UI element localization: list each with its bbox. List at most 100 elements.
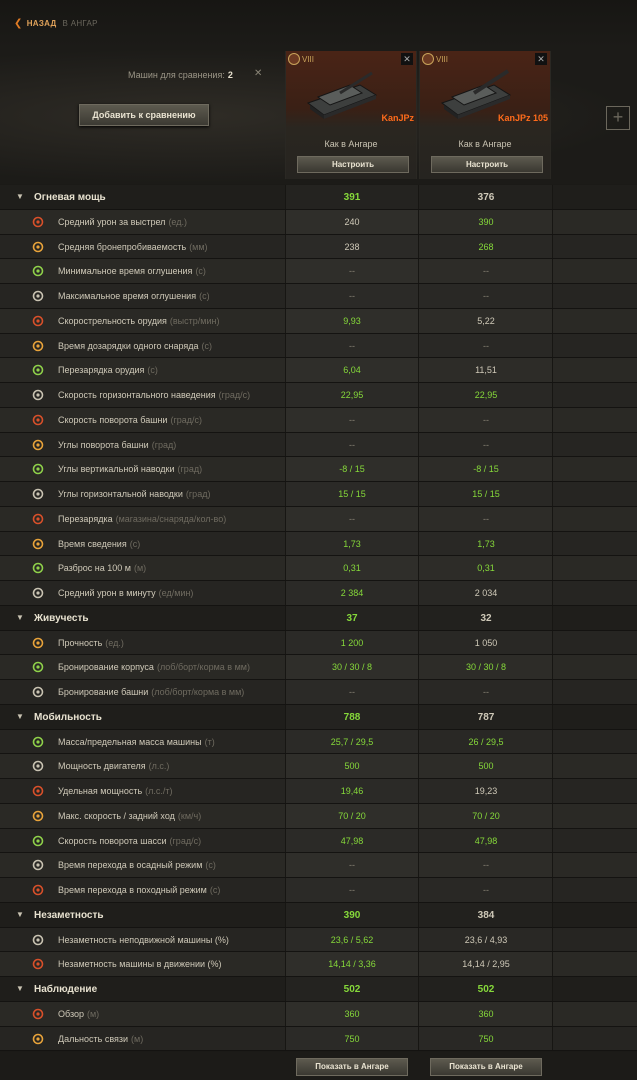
stat-value-vehicle-1: 1,73 xyxy=(343,538,361,549)
section-title: Огневая мощь xyxy=(34,192,106,203)
show-in-hangar-button-1[interactable]: Показать в Ангаре xyxy=(296,1058,408,1076)
stat-unit: (с) xyxy=(205,860,216,871)
stat-name: Время перехода в походный режим xyxy=(58,885,207,895)
section-row[interactable]: ▼ Огневая мощь 391 376 xyxy=(0,185,637,210)
stat-row: Скорость поворота шасси (град/с) 47,98 47,9… xyxy=(0,828,637,854)
stat-row: Время перехода в походный режим (с) -- -- xyxy=(0,878,637,903)
stat-row: Бронирование башни (лоб/борт/корма в мм) -… xyxy=(0,680,637,705)
show-in-hangar-button-2[interactable]: Показать в Ангаре xyxy=(430,1058,542,1076)
stat-unit: (град/с) xyxy=(169,835,202,846)
section-value-vehicle-2: 502 xyxy=(477,984,495,995)
stat-name: Углы горизонтальной наводки xyxy=(58,489,183,499)
dpm-icon xyxy=(31,587,45,599)
stat-value-vehicle-1: 1 200 xyxy=(340,637,364,648)
configure-button[interactable]: Настроить xyxy=(297,156,409,173)
stat-value-vehicle-1: -- xyxy=(349,860,355,871)
stat-value-vehicle-2: -- xyxy=(483,266,489,277)
stat-value-vehicle-2: -- xyxy=(483,439,489,450)
section-value-vehicle-2: 787 xyxy=(477,711,495,723)
stat-row: Время сведения (с) 1,73 1,73 xyxy=(0,531,637,557)
stat-value-vehicle-2: -- xyxy=(483,860,489,871)
section-title: Незаметность xyxy=(34,909,104,921)
stat-label: Масса/предельная масса машины (т) xyxy=(58,737,215,747)
clear-all-icon[interactable]: ✕ xyxy=(254,68,262,79)
stat-name: Скорость поворота шасси xyxy=(58,835,167,846)
stat-name: Время дозарядки одного снаряда xyxy=(58,340,199,351)
stat-label: Углы поворота башни (град) xyxy=(58,440,176,450)
stat-value-vehicle-1: -- xyxy=(349,266,355,277)
stat-value-vehicle-2: 14,14 / 2,95 xyxy=(462,959,510,970)
stat-label: Бронирование башни (лоб/борт/корма в мм) xyxy=(58,687,244,697)
stat-name: Разброс на 100 м xyxy=(58,563,131,574)
stat-value-vehicle-2: -- xyxy=(483,687,489,697)
chevron-down-icon: ▼ xyxy=(16,984,24,993)
stat-name: Средний урон за выстрел xyxy=(58,216,166,227)
add-vehicle-slot-icon[interactable]: + xyxy=(606,106,630,130)
stat-label: Обзор (м) xyxy=(58,1009,99,1019)
stat-row: Прочность (ед.) 1 200 1 050 xyxy=(0,630,637,656)
stat-name: Дальность связи xyxy=(58,1033,129,1044)
stat-row: Разброс на 100 м (м) 0,31 0,31 xyxy=(0,556,637,581)
section-row[interactable]: ▼ Наблюдение 502 502 xyxy=(0,977,637,1002)
stat-unit: (м) xyxy=(87,1008,100,1019)
footer: Показать в Ангаре Показать в Ангаре xyxy=(0,1052,637,1080)
stat-value-vehicle-2: 70 / 20 xyxy=(472,810,500,821)
stat-value-vehicle-1: 14,14 / 3,36 xyxy=(328,959,376,970)
add-to-compare-button[interactable]: Добавить к сравнению xyxy=(79,104,209,126)
stun-max-icon xyxy=(31,290,45,302)
stat-label: Углы горизонтальной наводки (град) xyxy=(58,489,210,499)
stat-row: Незаметность неподвижной машины (%) 23,6 … xyxy=(0,927,637,953)
stat-unit: (с) xyxy=(147,365,158,376)
stat-value-vehicle-1: 500 xyxy=(344,761,360,772)
stat-value-vehicle-2: 1,73 xyxy=(477,538,495,549)
vehicle-card-2: VIII ✕ KanJPz 105 Как в Ангаре Настроить xyxy=(419,51,551,179)
remove-vehicle-icon[interactable]: ✕ xyxy=(401,53,413,65)
stat-name: Макс. скорость / задний ход xyxy=(58,810,175,821)
section-row[interactable]: ▼ Мобильность 788 787 xyxy=(0,704,637,730)
stat-name: Незаметность машины в движении (%) xyxy=(58,959,222,970)
stat-label: Скорострельность орудия (выстр/мин) xyxy=(58,316,219,326)
stat-label: Скорость поворота шасси (град/с) xyxy=(58,836,201,846)
back-label: НАЗАД xyxy=(26,18,57,28)
stat-row: Макс. скорость / задний ход (км/ч) 70 / 20… xyxy=(0,803,637,829)
shell-icon xyxy=(31,216,45,228)
section-row[interactable]: ▼ Живучесть 37 32 xyxy=(0,605,637,631)
tier-label: VIII xyxy=(436,54,449,64)
stat-value-vehicle-1: -- xyxy=(349,687,355,697)
stat-value-vehicle-2: -- xyxy=(483,885,489,895)
stat-label: Время перехода в походный режим (с) xyxy=(58,885,220,895)
remove-vehicle-icon[interactable]: ✕ xyxy=(535,53,547,65)
stat-value-vehicle-1: 0,31 xyxy=(343,563,361,574)
stat-name: Скорострельность орудия xyxy=(58,315,167,326)
configure-button[interactable]: Настроить xyxy=(431,156,543,173)
stat-value-vehicle-1: -- xyxy=(349,340,355,351)
speed-icon xyxy=(31,810,45,822)
stat-label: Перезарядка орудия (с) xyxy=(58,365,158,375)
stat-value-vehicle-1: -8 / 15 xyxy=(339,464,365,475)
stat-label: Мощность двигателя (л.с.) xyxy=(58,761,169,771)
stat-row: Максимальное время оглушения (с) -- -- xyxy=(0,284,637,309)
stat-name: Мощность двигателя xyxy=(58,761,146,772)
stat-name: Средняя бронепробиваемость xyxy=(58,241,187,252)
dispersion-icon xyxy=(31,562,45,574)
chevron-down-icon: ▼ xyxy=(16,711,24,721)
stat-unit: (град) xyxy=(177,464,203,475)
stat-unit: (град) xyxy=(185,489,211,499)
stat-unit: (град) xyxy=(151,439,177,450)
section-row[interactable]: ▼ Незаметность 390 384 xyxy=(0,902,637,928)
radio-range-icon xyxy=(31,1033,45,1045)
back-button[interactable]: ❮ НАЗАД В АНГАР xyxy=(14,17,98,29)
penetration-icon xyxy=(31,241,45,253)
stat-value-vehicle-2: -- xyxy=(483,291,489,301)
stat-value-vehicle-1: 47,98 xyxy=(340,835,364,846)
back-destination: В АНГАР xyxy=(62,18,98,28)
vehicle-name: KanJPz 105 xyxy=(497,113,548,123)
stat-label: Углы вертикальной наводки (град) xyxy=(58,464,202,474)
stat-row: Время дозарядки одного снаряда (с) -- -- xyxy=(0,333,637,359)
stat-value-vehicle-1: -- xyxy=(349,439,355,450)
stat-unit: (град/с) xyxy=(170,414,202,425)
camo-stationary-icon xyxy=(31,934,45,946)
tier-badge: VIII xyxy=(422,53,448,65)
stat-row: Удельная мощность (л.с./т) 19,46 19,23 xyxy=(0,779,637,804)
stat-row: Средняя бронепробиваемость (мм) 238 268 xyxy=(0,234,637,260)
